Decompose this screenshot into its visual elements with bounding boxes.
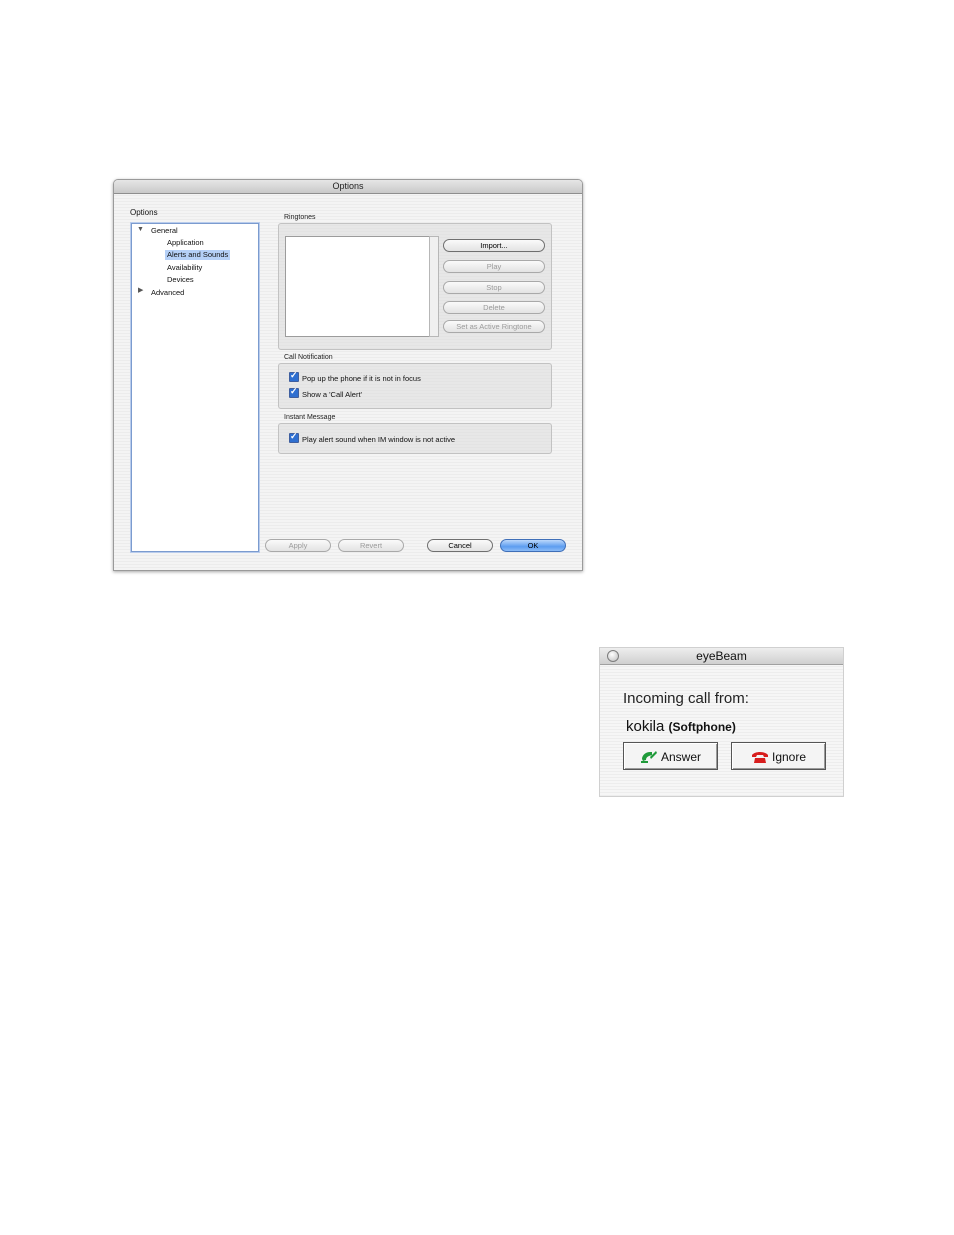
eyebeam-titlebar[interactable]: eyeBeam — [600, 648, 843, 665]
options-window: Options Options ▼ General Application Al… — [113, 179, 583, 571]
tree-item-general[interactable]: General — [151, 226, 178, 236]
collapse-triangle-icon[interactable]: ▶ — [138, 286, 143, 296]
ringtones-group: Import... Play Stop Delete Set as Active… — [278, 223, 552, 350]
incoming-call-label: Incoming call from: — [623, 690, 749, 707]
tree-item-application[interactable]: Application — [167, 238, 204, 248]
tree-item-devices[interactable]: Devices — [167, 275, 194, 285]
import-button[interactable]: Import... — [443, 239, 545, 252]
ringtone-list[interactable] — [285, 236, 430, 337]
caller-name: kokila — [626, 718, 665, 735]
instant-message-label: Instant Message — [284, 414, 336, 421]
im-alert-checkbox-row[interactable]: Play alert sound when IM window is not a… — [289, 431, 455, 445]
call-alert-checkbox-row[interactable]: Show a 'Call Alert' — [289, 386, 362, 400]
play-button[interactable]: Play — [443, 260, 545, 273]
ignore-label: Ignore — [771, 750, 807, 764]
stop-button[interactable]: Stop — [443, 281, 545, 294]
popup-phone-checkbox-row[interactable]: Pop up the phone if it is not in focus — [289, 370, 421, 384]
instant-message-group: Play alert sound when IM window is not a… — [278, 423, 552, 454]
delete-button[interactable]: Delete — [443, 301, 545, 314]
tree-item-alerts-and-sounds[interactable]: Alerts and Sounds — [165, 250, 231, 260]
phone-answer-icon — [640, 746, 658, 774]
options-titlebar[interactable]: Options — [114, 180, 582, 194]
set-active-ringtone-button[interactable]: Set as Active Ringtone — [443, 320, 545, 333]
im-alert-label: Play alert sound when IM window is not a… — [302, 435, 455, 444]
ignore-button[interactable]: Ignore — [731, 742, 826, 770]
popup-phone-label: Pop up the phone if it is not in focus — [302, 374, 421, 383]
tree-item-advanced[interactable]: Advanced — [151, 288, 184, 298]
ringtones-label: Ringtones — [284, 214, 316, 221]
revert-button[interactable]: Revert — [338, 539, 404, 552]
caller-type: (Softphone) — [668, 720, 736, 734]
options-window-title: Options — [332, 181, 364, 191]
call-notification-label: Call Notification — [284, 354, 333, 361]
call-alert-checkbox[interactable] — [289, 386, 299, 398]
expand-triangle-icon[interactable]: ▼ — [137, 225, 144, 235]
cancel-button[interactable]: Cancel — [427, 539, 493, 552]
ringtone-list-scrollbar[interactable] — [429, 236, 439, 337]
im-alert-checkbox[interactable] — [289, 431, 299, 443]
tree-item-availability[interactable]: Availability — [167, 263, 202, 273]
call-alert-label: Show a 'Call Alert' — [302, 390, 362, 399]
call-notification-group: Pop up the phone if it is not in focus S… — [278, 363, 552, 409]
options-tree[interactable]: ▼ General Application Alerts and Sounds … — [131, 223, 259, 552]
phone-hangup-icon — [751, 746, 769, 774]
eyebeam-window: eyeBeam Incoming call from: kokila (Soft… — [599, 647, 844, 797]
answer-label: Answer — [660, 750, 701, 764]
apply-button[interactable]: Apply — [265, 539, 331, 552]
options-heading: Options — [130, 208, 158, 217]
ok-button[interactable]: OK — [500, 539, 566, 552]
answer-button[interactable]: Answer — [623, 742, 718, 770]
popup-phone-checkbox[interactable] — [289, 370, 299, 382]
eyebeam-window-title: eyeBeam — [696, 649, 747, 663]
caller-info: kokila (Softphone) — [626, 718, 736, 735]
